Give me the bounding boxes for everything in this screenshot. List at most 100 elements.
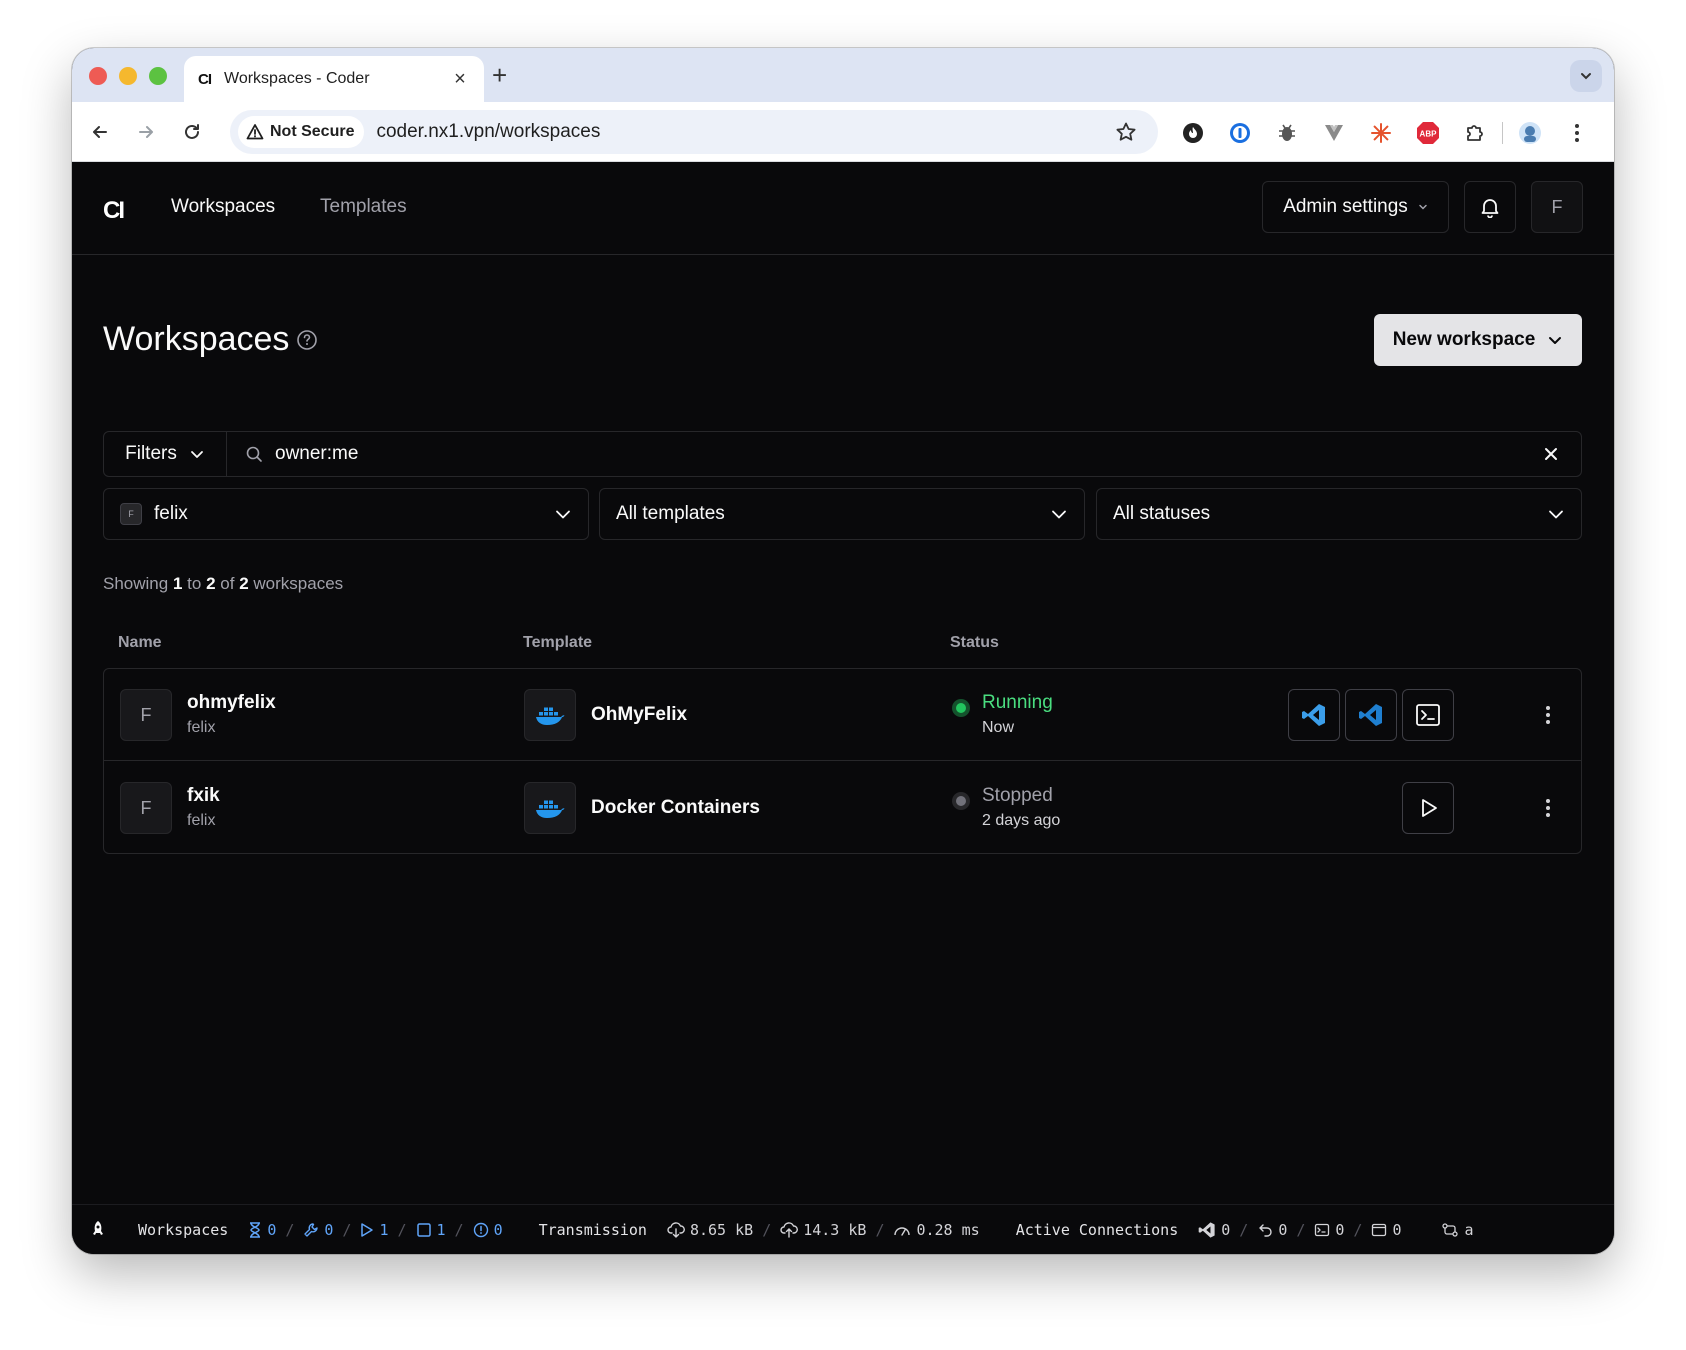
status-time: Now — [982, 719, 1015, 736]
status-indicator — [952, 792, 970, 810]
stopped-value: 1 — [436, 1220, 446, 1239]
address-bar[interactable]: Not Secure coder.nx1.vpn/workspaces — [230, 110, 1158, 154]
open-vscode-button[interactable] — [1288, 689, 1340, 741]
download-value: 8.65 kB — [689, 1220, 754, 1239]
tab-search-button[interactable] — [1570, 60, 1602, 92]
showing-from: 1 — [172, 574, 183, 593]
coder-logo[interactable]: CI — [103, 197, 125, 225]
building-count[interactable]: 0 — [303, 1221, 333, 1239]
search-input[interactable]: owner:me — [227, 443, 1521, 465]
git-compare-item[interactable]: a — [1441, 1221, 1474, 1239]
admin-settings-label: Admin settings — [1283, 196, 1408, 217]
table-row[interactable]: F fxik felix Docker Containers Stopped 2… — [104, 762, 1581, 854]
template-select-value: All templates — [616, 503, 725, 524]
user-menu-button[interactable]: F — [1531, 181, 1583, 233]
workspace-name[interactable]: ohmyfelix — [187, 692, 276, 714]
bug-extension-icon[interactable] — [1274, 120, 1300, 146]
svg-text:ABP: ABP — [1420, 130, 1438, 139]
more-options-icon[interactable] — [1536, 703, 1560, 727]
puzzle-extensions-icon[interactable] — [1462, 120, 1488, 146]
adblock-icon[interactable]: ABP — [1415, 120, 1441, 146]
site-info-button[interactable]: Not Secure — [238, 116, 365, 148]
vscode-insiders-icon — [1359, 704, 1382, 726]
close-window-button[interactable] — [89, 67, 107, 85]
rocket-icon[interactable] — [88, 1220, 108, 1240]
running-count[interactable]: 1 — [360, 1221, 388, 1239]
chevron-down-icon — [1549, 510, 1563, 519]
browser-menu-icon[interactable] — [1564, 120, 1590, 146]
chevron-down-icon — [1419, 204, 1427, 210]
back-button[interactable] — [88, 120, 112, 144]
bell-icon — [1481, 199, 1499, 218]
reload-button[interactable] — [180, 120, 204, 144]
password-manager-icon[interactable] — [1227, 120, 1253, 146]
browser-toolbar: Not Secure coder.nx1.vpn/workspaces ABP — [72, 102, 1614, 162]
vscode-icon — [1302, 704, 1325, 726]
vscode-icon — [1198, 1221, 1215, 1238]
nav-templates[interactable]: Templates — [320, 196, 407, 218]
template-name: Docker Containers — [591, 797, 760, 818]
new-workspace-label: New workspace — [1392, 329, 1536, 350]
workspace-owner: felix — [187, 812, 216, 829]
reload-icon — [185, 124, 199, 139]
more-options-icon[interactable] — [1536, 796, 1560, 820]
flame-extension-icon[interactable] — [1180, 120, 1206, 146]
tab-strip: CI Workspaces - Coder × + — [72, 48, 1614, 102]
showing-to: 2 — [206, 574, 216, 593]
running-value: 1 — [379, 1220, 389, 1239]
start-workspace-button[interactable] — [1402, 782, 1454, 834]
help-icon[interactable] — [296, 329, 318, 356]
owner-select[interactable]: F felix — [103, 488, 589, 540]
redo-arrow-icon — [1259, 1223, 1272, 1237]
owner-avatar: F — [120, 503, 142, 525]
error-value: 0 — [493, 1220, 503, 1239]
clear-search-button[interactable] — [1521, 447, 1581, 461]
separator: / — [285, 1220, 295, 1239]
new-tab-button[interactable]: + — [492, 60, 507, 90]
status-select[interactable]: All statuses — [1096, 488, 1582, 540]
filters-menu-button[interactable]: Filters — [104, 432, 227, 476]
building-value: 0 — [324, 1220, 334, 1239]
showing-total: 2 — [239, 574, 249, 593]
latency-value: 0.28 ms — [916, 1220, 980, 1239]
workspace-status: Running — [982, 692, 1053, 713]
minimize-window-button[interactable] — [119, 67, 137, 85]
port-forward-connections: 0 — [1257, 1221, 1287, 1239]
profile-avatar-icon[interactable] — [1517, 120, 1543, 146]
vue-devtools-icon[interactable] — [1321, 120, 1347, 146]
filter-bar: Filters owner:me — [103, 431, 1582, 477]
maximize-window-button[interactable] — [149, 67, 167, 85]
asterisk-extension-icon[interactable] — [1368, 120, 1394, 146]
error-count[interactable]: 0 — [473, 1221, 503, 1239]
vscode-connections: 0 — [1198, 1221, 1230, 1239]
wrench-icon — [304, 1222, 319, 1237]
forward-button[interactable] — [134, 120, 158, 144]
showing-of-word: of — [220, 574, 235, 593]
notifications-button[interactable] — [1464, 181, 1516, 233]
url-text[interactable]: coder.nx1.vpn/workspaces — [376, 121, 1114, 143]
admin-settings-button[interactable]: Admin settings — [1262, 181, 1449, 233]
template-select[interactable]: All templates — [599, 488, 1085, 540]
pending-value: 0 — [267, 1220, 277, 1239]
docker-template-icon — [524, 689, 576, 741]
pending-count[interactable]: 0 — [248, 1221, 276, 1239]
nav-workspaces[interactable]: Workspaces — [171, 196, 275, 218]
new-workspace-button[interactable]: New workspace — [1374, 314, 1582, 366]
bookmark-star-icon[interactable] — [1114, 120, 1138, 144]
separator: / — [1296, 1220, 1306, 1239]
separator: / — [397, 1220, 407, 1239]
table-row[interactable]: F ohmyfelix felix OhMyFelix Running Now — [104, 669, 1581, 761]
open-vscode-insiders-button[interactable] — [1345, 689, 1397, 741]
open-terminal-button[interactable] — [1402, 689, 1454, 741]
page-title: Workspaces — [103, 320, 290, 358]
terminal-connections-value: 0 — [1335, 1220, 1345, 1239]
workspaces-status-label[interactable]: Workspaces — [138, 1221, 228, 1239]
close-tab-icon[interactable]: × — [450, 68, 470, 91]
separator: / — [762, 1220, 772, 1239]
chevron-down-icon — [190, 451, 203, 458]
stopped-count[interactable]: 1 — [416, 1221, 446, 1239]
workspace-name[interactable]: fxik — [187, 785, 220, 807]
browser-tab[interactable]: CI Workspaces - Coder × — [184, 56, 484, 102]
port-forward-value: 0 — [1278, 1220, 1288, 1239]
app-connections: 0 — [1371, 1221, 1401, 1239]
